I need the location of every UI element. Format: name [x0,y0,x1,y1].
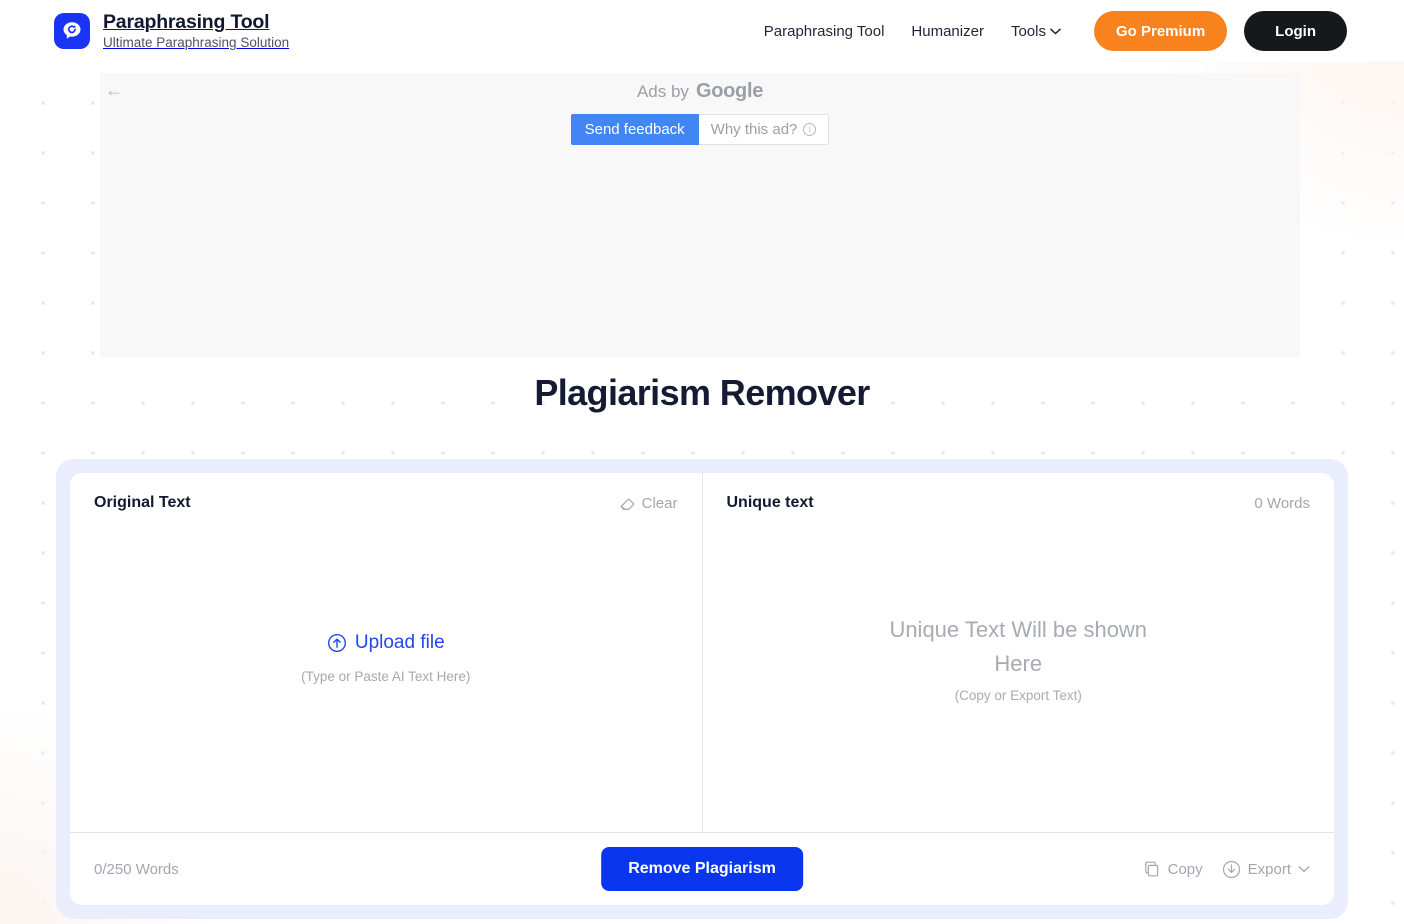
unique-text-title: Unique text [726,494,814,511]
copy-icon [1143,860,1161,878]
nav-link-paraphrasing-tool[interactable]: Paraphrasing Tool [764,23,885,40]
upload-file-label: Upload file [354,632,445,653]
site-header: Paraphrasing Tool Ultimate Paraphrasing … [0,0,1404,62]
go-premium-button[interactable]: Go Premium [1093,11,1228,51]
ads-by-google-label: Ads by Google [637,80,763,103]
unique-text-placeholder-sub: (Copy or Export Text) [954,688,1082,704]
google-wordmark: Google [695,80,764,102]
editor-card: Original Text Clear Upload file (Type or… [70,473,1334,905]
export-label: Export [1247,860,1291,878]
why-this-ad-label: Why this ad? [710,121,798,138]
unique-text-pane: Unique text 0 Words Unique Text Will be … [703,473,1335,832]
unique-text-placeholder: Unique Text Will be shown Here [889,616,1148,676]
advertisement-container: ← Ads by Google Send feedback Why this a… [100,73,1300,358]
character-counter: 0/250 Words [94,860,179,878]
original-text-title: Original Text [94,494,191,511]
brand-title: Paraphrasing Tool [103,10,270,33]
clear-button[interactable]: Clear [619,495,678,512]
copy-button[interactable]: Copy [1143,860,1203,878]
brand-logo-link[interactable]: Paraphrasing Tool Ultimate Paraphrasing … [54,10,290,51]
remove-plagiarism-button[interactable]: Remove Plagiarism [601,847,803,891]
ad-controls: Send feedback Why this ad? i [570,114,830,145]
nav-dropdown-tools[interactable]: Tools [1011,23,1061,40]
nav-link-humanizer[interactable]: Humanizer [911,23,984,40]
chevron-down-icon [1050,28,1061,35]
unique-text-output-area: Unique Text Will be shown Here (Copy or … [703,512,1335,832]
original-text-pane: Original Text Clear Upload file (Type or… [70,473,703,832]
upload-circle-icon [327,633,347,653]
unique-text-word-count: 0 Words [1254,494,1310,512]
clear-label: Clear [641,494,678,512]
why-this-ad-button[interactable]: Why this ad? i [698,114,830,145]
export-button[interactable]: Export [1222,860,1310,879]
original-text-hint: (Type or Paste AI Text Here) [301,669,471,684]
send-feedback-button[interactable]: Send feedback [570,114,699,145]
chevron-down-icon [1298,865,1310,873]
brand-tagline: Ultimate Paraphrasing Solution [103,35,290,51]
speech-bubble-refresh-icon [54,13,90,49]
nav-dropdown-tools-label: Tools [1010,22,1046,40]
ads-by-text: Ads by [636,82,689,101]
editor-footer: 0/250 Words Remove Plagiarism Copy Expor… [70,833,1334,905]
info-icon: i [803,123,817,136]
main-navigation: Paraphrasing Tool Humanizer Tools Go Pre… [764,11,1347,51]
original-text-input-area[interactable]: Upload file (Type or Paste AI Text Here) [70,512,702,832]
ad-attribution-block: Ads by Google Send feedback Why this ad?… [100,80,1300,145]
login-button[interactable]: Login [1244,11,1347,51]
original-text-header: Original Text Clear [70,473,702,512]
download-circle-icon [1222,860,1241,879]
output-actions: Copy Export [1143,860,1310,879]
copy-label: Copy [1167,860,1203,878]
editor-panes: Original Text Clear Upload file (Type or… [70,473,1334,833]
editor-wrapper: Original Text Clear Upload file (Type or… [56,459,1348,919]
unique-text-header: Unique text 0 Words [703,473,1335,512]
eraser-icon [619,495,636,512]
page-title: Plagiarism Remover [534,372,870,413]
upload-file-button[interactable]: Upload file [327,632,445,654]
